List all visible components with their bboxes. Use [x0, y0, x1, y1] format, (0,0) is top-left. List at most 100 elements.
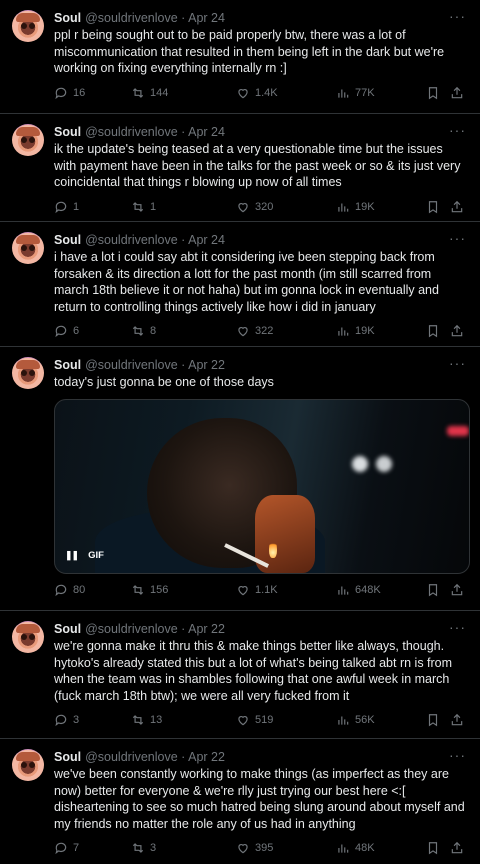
pause-icon[interactable]: ❚❚	[65, 550, 79, 561]
like-button[interactable]: 320	[236, 191, 273, 223]
retweet-button[interactable]: 13	[131, 704, 162, 736]
share-button[interactable]	[450, 841, 464, 858]
author-name[interactable]: Soul	[54, 124, 81, 140]
like-button[interactable]: 1.4K	[236, 77, 278, 109]
tweet[interactable]: ··· Soul @souldrivenlove · Apr 22 we're …	[0, 611, 480, 739]
retweet-button[interactable]: 3	[131, 832, 156, 864]
author-handle-date[interactable]: @souldrivenlove · Apr 22	[85, 749, 225, 765]
share-icon	[451, 200, 463, 212]
views-button[interactable]: 56K	[336, 704, 375, 736]
more-icon[interactable]: ···	[449, 356, 466, 370]
share-button[interactable]	[450, 583, 464, 600]
gif-media[interactable]: ❚❚ GIF	[54, 398, 470, 574]
reply-button[interactable]: 1	[54, 191, 79, 223]
author-handle-date[interactable]: @souldrivenlove · Apr 24	[85, 124, 225, 140]
views-button[interactable]: 19K	[336, 315, 375, 347]
views-button[interactable]: 48K	[336, 832, 375, 864]
retweet-button[interactable]: 8	[131, 315, 156, 347]
retweet-count: 13	[150, 714, 163, 726]
more-icon[interactable]: ···	[449, 620, 466, 634]
reply-button[interactable]: 80	[54, 574, 85, 606]
timeline: ··· Soul @souldrivenlove · Apr 24 ppl r …	[0, 0, 480, 861]
bookmark-button[interactable]	[426, 86, 440, 103]
views-button[interactable]: 19K	[336, 191, 375, 223]
like-icon	[238, 716, 248, 726]
more-icon[interactable]: ···	[449, 123, 466, 137]
retweet-button[interactable]: 1	[131, 191, 156, 223]
retweet-count: 3	[150, 842, 157, 854]
bookmark-icon	[428, 325, 438, 338]
retweet-button[interactable]: 144	[131, 77, 168, 109]
views-count: 56K	[355, 714, 375, 726]
bookmark-button[interactable]	[426, 841, 440, 858]
avatar[interactable]	[12, 232, 44, 264]
views-icon	[338, 203, 349, 212]
like-button[interactable]: 395	[236, 832, 273, 864]
reply-icon	[55, 87, 67, 99]
author-name[interactable]: Soul	[54, 232, 81, 248]
more-icon[interactable]: ···	[449, 748, 466, 762]
reply-count: 3	[73, 714, 80, 726]
reply-icon	[55, 842, 67, 855]
like-count: 395	[255, 842, 274, 854]
gif-controls[interactable]: ❚❚ GIF	[65, 550, 104, 561]
reply-button[interactable]: 7	[54, 832, 79, 864]
retweet-icon	[132, 326, 144, 336]
avatar[interactable]	[12, 10, 44, 42]
views-icon	[338, 716, 349, 725]
more-icon[interactable]: ···	[449, 231, 466, 245]
views-count: 648K	[355, 583, 381, 596]
like-button[interactable]: 322	[236, 315, 273, 347]
reply-count: 80	[73, 583, 86, 596]
bookmark-button[interactable]	[426, 583, 440, 600]
share-button[interactable]	[450, 324, 464, 341]
reply-icon	[55, 584, 67, 596]
share-button[interactable]	[450, 200, 464, 217]
share-button[interactable]	[450, 713, 464, 730]
author-name[interactable]: Soul	[54, 10, 81, 26]
retweet-count: 144	[150, 86, 169, 99]
author-name[interactable]: Soul	[54, 357, 81, 373]
gif-badge: GIF	[88, 549, 104, 561]
tweet[interactable]: ··· Soul @souldrivenlove · Apr 24 ppl r …	[0, 0, 480, 114]
retweet-icon	[132, 87, 144, 98]
share-button[interactable]	[450, 86, 464, 103]
retweet-count: 156	[150, 583, 169, 596]
bookmark-button[interactable]	[426, 200, 440, 217]
tweet-actions: 7 3 395 48K	[54, 832, 468, 864]
author-name[interactable]: Soul	[54, 621, 81, 637]
retweet-icon	[132, 715, 144, 725]
more-icon[interactable]: ···	[449, 9, 466, 23]
bookmark-button[interactable]	[426, 713, 440, 730]
avatar[interactable]	[12, 621, 44, 653]
views-button[interactable]: 77K	[336, 77, 375, 109]
reply-button[interactable]: 16	[54, 77, 85, 109]
reply-button[interactable]: 3	[54, 704, 79, 736]
tweet[interactable]: ··· Soul @souldrivenlove · Apr 24 i have…	[0, 222, 480, 347]
retweet-button[interactable]: 156	[131, 574, 168, 606]
reply-button[interactable]: 6	[54, 315, 79, 347]
reply-count: 1	[73, 200, 80, 213]
avatar[interactable]	[12, 357, 44, 389]
avatar[interactable]	[12, 124, 44, 156]
tweet[interactable]: ··· Soul @souldrivenlove · Apr 24 ik the…	[0, 114, 480, 222]
reply-icon	[55, 201, 67, 213]
views-button[interactable]: 648K	[336, 574, 381, 606]
author-handle-date[interactable]: @souldrivenlove · Apr 24	[85, 232, 225, 248]
like-count: 1.1K	[255, 583, 278, 596]
share-icon	[451, 324, 463, 337]
author-name[interactable]: Soul	[54, 749, 81, 765]
share-icon	[451, 583, 463, 595]
like-button[interactable]: 519	[236, 704, 273, 736]
like-count: 519	[255, 714, 274, 726]
author-handle-date[interactable]: @souldrivenlove · Apr 22	[85, 621, 225, 637]
tweet[interactable]: ··· Soul @souldrivenlove · Apr 22 we've …	[0, 739, 480, 861]
like-button[interactable]: 1.1K	[236, 574, 278, 606]
retweet-icon	[132, 584, 144, 595]
author-handle-date[interactable]: @souldrivenlove · Apr 24	[85, 10, 225, 26]
like-icon	[238, 844, 248, 854]
avatar[interactable]	[12, 749, 44, 781]
author-handle-date[interactable]: @souldrivenlove · Apr 22	[85, 357, 225, 373]
tweet[interactable]: ··· Soul @souldrivenlove · Apr 22 today'…	[0, 347, 480, 611]
bookmark-button[interactable]	[426, 324, 440, 341]
